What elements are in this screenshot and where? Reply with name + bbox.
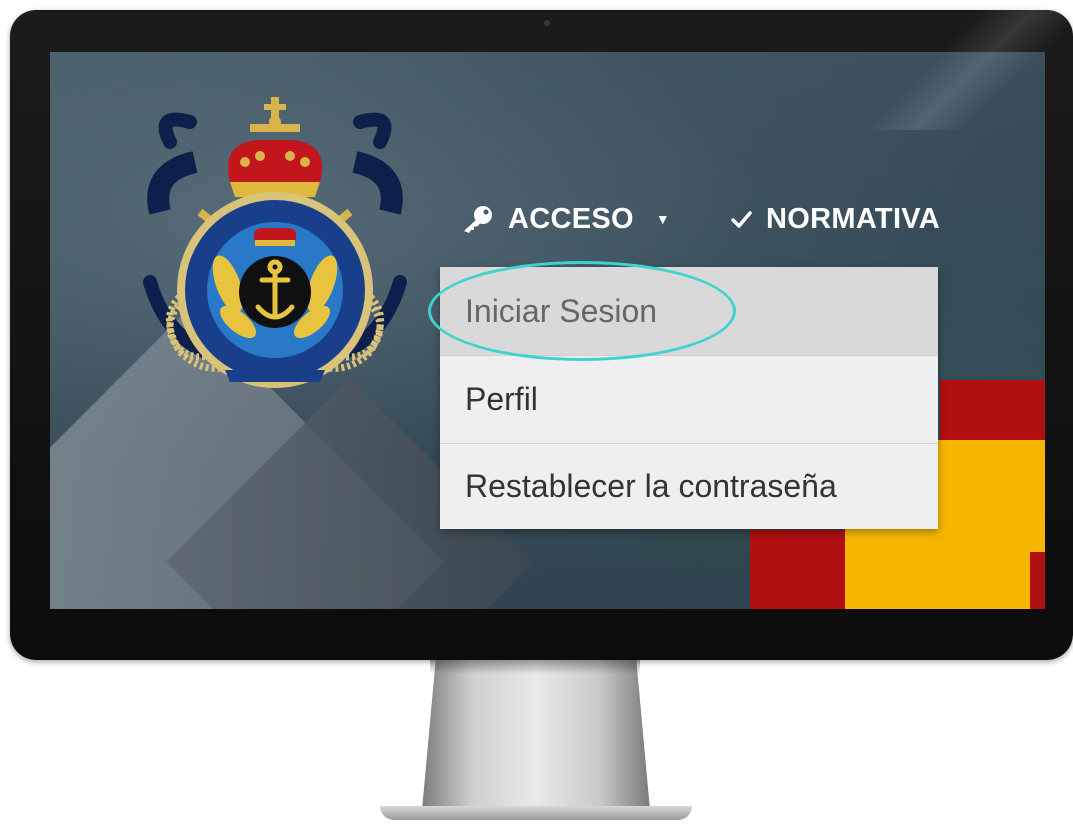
top-navigation: ACCESO ▼ NORMATIVA (460, 194, 940, 244)
menu-item-label: Perfil (465, 381, 538, 417)
key-icon (464, 206, 492, 233)
nav-acceso-menu[interactable]: ACCESO ▼ (460, 203, 670, 236)
nav-normativa-label: NORMATIVA (766, 202, 941, 235)
menu-item-label: Restablecer la contraseña (465, 468, 837, 504)
acceso-dropdown-menu: Iniciar Sesion Perfil Restablecer la con… (440, 267, 938, 529)
club-emblem-logo[interactable] (110, 52, 440, 392)
menu-item-perfil[interactable]: Perfil (440, 355, 938, 443)
monitor-stand (422, 660, 650, 810)
check-icon (731, 211, 752, 228)
camera-icon (544, 20, 550, 26)
screen: ACCESO ▼ NORMATIVA Iniciar Sesion Perfil… (50, 52, 1045, 609)
nav-acceso-label: ACCESO (508, 202, 634, 235)
nav-normativa-link[interactable]: NORMATIVA (730, 203, 940, 236)
flag-block (940, 380, 1045, 440)
flag-block (750, 530, 845, 609)
caret-down-icon: ▼ (655, 211, 671, 227)
menu-item-label: Iniciar Sesion (465, 292, 658, 329)
menu-item-restablecer-contrasena[interactable]: Restablecer la contraseña (440, 443, 938, 529)
menu-item-iniciar-sesion[interactable]: Iniciar Sesion (440, 267, 938, 355)
flag-block (1030, 552, 1045, 609)
monitor-base (380, 806, 692, 820)
stand-shadow (430, 660, 640, 674)
